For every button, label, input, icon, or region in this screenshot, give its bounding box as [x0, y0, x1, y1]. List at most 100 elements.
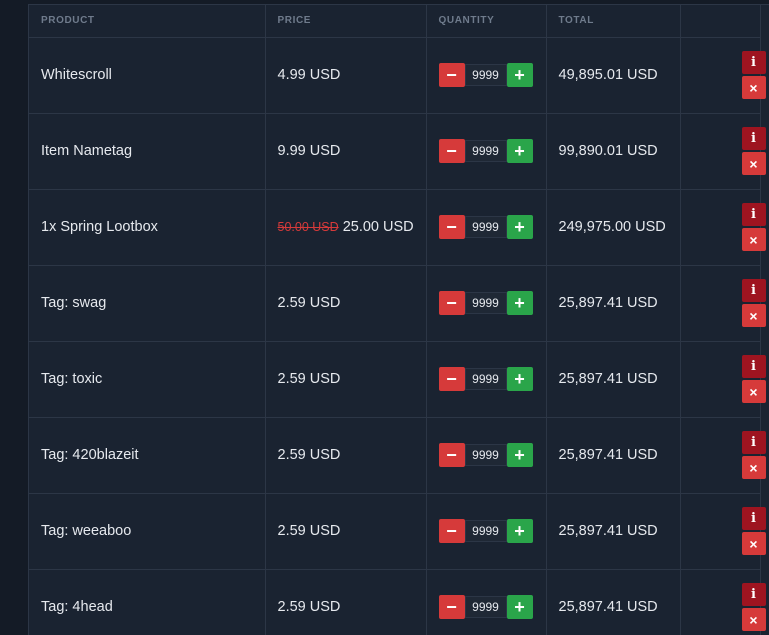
- line-total: 25,897.41 USD: [546, 417, 681, 494]
- decrease-quantity-button[interactable]: −: [438, 519, 465, 543]
- remove-item-button[interactable]: ×: [741, 532, 766, 555]
- info-button[interactable]: i: [741, 431, 766, 454]
- decrease-quantity-button[interactable]: −: [438, 215, 465, 239]
- info-button[interactable]: i: [741, 507, 766, 530]
- info-button[interactable]: i: [741, 203, 766, 226]
- price-cell: 2.59 USD: [265, 265, 427, 342]
- quantity-stepper: − +: [438, 215, 546, 239]
- decrease-quantity-button[interactable]: −: [438, 291, 465, 315]
- quantity-input[interactable]: [464, 140, 507, 162]
- increase-quantity-button[interactable]: +: [506, 139, 533, 163]
- cart-table-body: Whitescroll 4.99 USD − + 49,895.01 USD i…: [29, 37, 766, 635]
- quantity-input[interactable]: [464, 64, 507, 86]
- increase-quantity-button[interactable]: +: [506, 519, 533, 543]
- quantity-cell: − +: [426, 265, 547, 342]
- line-total: 25,897.41 USD: [546, 569, 681, 635]
- quantity-input[interactable]: [464, 596, 507, 618]
- unit-price: 2.59 USD: [277, 599, 341, 615]
- plus-icon: +: [514, 64, 525, 85]
- remove-item-button[interactable]: ×: [741, 76, 766, 99]
- remove-item-button[interactable]: ×: [741, 456, 766, 479]
- info-icon: i: [751, 511, 756, 526]
- remove-item-button[interactable]: ×: [741, 228, 766, 251]
- line-total: 25,897.41 USD: [546, 493, 681, 570]
- quantity-input[interactable]: [464, 368, 507, 390]
- row-actions: i ×: [681, 431, 766, 479]
- decrease-quantity-button[interactable]: −: [438, 595, 465, 619]
- increase-quantity-button[interactable]: +: [506, 291, 533, 315]
- actions-cell: i ×: [680, 265, 766, 342]
- product-name: Tag: swag: [29, 265, 266, 342]
- decrease-quantity-button[interactable]: −: [438, 139, 465, 163]
- product-name: Tag: 420blazeit: [29, 417, 266, 494]
- header-total: TOTAL: [546, 5, 681, 38]
- actions-cell: i ×: [680, 569, 766, 635]
- header-quantity: QUANTITY: [426, 5, 547, 38]
- row-actions: i ×: [681, 203, 766, 251]
- price-cell: 9.99 USD: [265, 113, 427, 190]
- minus-icon: −: [446, 292, 457, 313]
- actions-cell: i ×: [680, 493, 766, 570]
- quantity-stepper: − +: [438, 519, 546, 543]
- increase-quantity-button[interactable]: +: [506, 595, 533, 619]
- info-icon: i: [751, 55, 756, 70]
- product-name: Whitescroll: [29, 37, 266, 114]
- unit-price: 25.00 USD: [342, 219, 414, 235]
- remove-item-button[interactable]: ×: [741, 152, 766, 175]
- plus-icon: +: [514, 368, 525, 389]
- line-total: 49,895.01 USD: [546, 37, 681, 114]
- plus-icon: +: [514, 140, 525, 161]
- info-icon: i: [751, 587, 756, 602]
- minus-icon: −: [446, 444, 457, 465]
- remove-item-button[interactable]: ×: [741, 304, 766, 327]
- info-icon: i: [751, 131, 756, 146]
- table-row: Tag: toxic 2.59 USD − + 25,897.41 USD i …: [29, 341, 766, 418]
- increase-quantity-button[interactable]: +: [506, 215, 533, 239]
- unit-price: 2.59 USD: [277, 295, 341, 311]
- minus-icon: −: [446, 64, 457, 85]
- decrease-quantity-button[interactable]: −: [438, 443, 465, 467]
- decrease-quantity-button[interactable]: −: [438, 63, 465, 87]
- header-row: PRODUCT PRICE QUANTITY TOTAL: [29, 5, 761, 38]
- remove-item-button[interactable]: ×: [741, 608, 766, 631]
- product-name: Tag: weeaboo: [29, 493, 266, 570]
- close-icon: ×: [749, 307, 758, 324]
- info-button[interactable]: i: [741, 583, 766, 606]
- quantity-input[interactable]: [464, 292, 507, 314]
- unit-price: 2.59 USD: [277, 523, 341, 539]
- info-icon: i: [751, 207, 756, 222]
- plus-icon: +: [514, 596, 525, 617]
- quantity-input[interactable]: [464, 216, 507, 238]
- quantity-cell: − +: [426, 569, 547, 635]
- product-name: Tag: 4head: [29, 569, 266, 635]
- unit-price: 2.59 USD: [277, 447, 341, 463]
- row-actions: i ×: [681, 583, 766, 631]
- minus-icon: −: [446, 140, 457, 161]
- info-button[interactable]: i: [741, 355, 766, 378]
- increase-quantity-button[interactable]: +: [506, 443, 533, 467]
- increase-quantity-button[interactable]: +: [506, 367, 533, 391]
- quantity-input[interactable]: [464, 444, 507, 466]
- unit-price: 9.99 USD: [277, 143, 341, 159]
- table-row: 1x Spring Lootbox 50.00 USD 25.00 USD − …: [29, 189, 766, 266]
- actions-cell: i ×: [680, 189, 766, 266]
- cart-panel: PRODUCT PRICE QUANTITY TOTAL Whitescroll…: [28, 4, 769, 635]
- row-actions: i ×: [681, 51, 766, 99]
- plus-icon: +: [514, 292, 525, 313]
- info-button[interactable]: i: [741, 127, 766, 150]
- quantity-stepper: − +: [438, 595, 546, 619]
- increase-quantity-button[interactable]: +: [506, 63, 533, 87]
- decrease-quantity-button[interactable]: −: [438, 367, 465, 391]
- minus-icon: −: [446, 596, 457, 617]
- row-actions: i ×: [681, 127, 766, 175]
- quantity-stepper: − +: [438, 139, 546, 163]
- info-button[interactable]: i: [741, 279, 766, 302]
- quantity-cell: − +: [426, 113, 547, 190]
- quantity-input[interactable]: [464, 520, 507, 542]
- table-row: Tag: 420blazeit 2.59 USD − + 25,897.41 U…: [29, 417, 766, 494]
- remove-item-button[interactable]: ×: [741, 380, 766, 403]
- info-button[interactable]: i: [741, 51, 766, 74]
- quantity-stepper: − +: [438, 367, 546, 391]
- line-total: 249,975.00 USD: [546, 189, 681, 266]
- close-icon: ×: [749, 459, 758, 476]
